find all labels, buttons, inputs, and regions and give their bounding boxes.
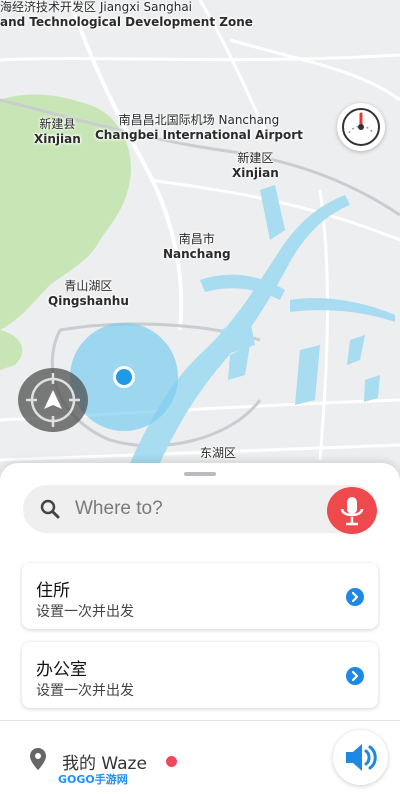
location-pin-icon: [30, 748, 46, 770]
chevron-right-icon: [346, 667, 364, 685]
recenter-button[interactable]: [18, 368, 88, 432]
search-icon: [40, 499, 60, 519]
microphone-icon: [340, 497, 364, 526]
speaker-icon: [346, 744, 377, 771]
voice-search-button[interactable]: [327, 487, 377, 534]
sheet-drag-handle[interactable]: [184, 472, 216, 476]
map-label-donghu: 东湖区: [200, 446, 237, 460]
map-label-nanchang: 南昌市 Nanchang: [163, 232, 231, 261]
recenter-icon: [26, 373, 80, 427]
speedometer-button[interactable]: [337, 103, 385, 151]
notification-dot: [166, 756, 177, 767]
bottom-sheet[interactable]: 住所 设置一次并出发 办公室 设置一次并出发 我的 Waze GOGO手游网: [0, 463, 400, 794]
map-label-airport: 南昌昌北国际机场 Nanchang Changbei International…: [95, 113, 303, 142]
speedometer-icon: [342, 108, 380, 146]
chevron-right-icon: [346, 588, 364, 606]
map-label-qingshanhu: 青山湖区 Qingshanhu: [48, 279, 129, 308]
place-home-card[interactable]: 住所 设置一次并出发: [22, 563, 378, 629]
location-dot: [116, 369, 132, 385]
search-bar[interactable]: [23, 485, 377, 533]
map-label-xinjian-district: 新建区 Xinjian: [232, 151, 279, 180]
watermark-logo: GOGO手游网: [58, 773, 128, 786]
search-input[interactable]: [75, 497, 315, 521]
place-work-title: 办公室: [36, 660, 87, 680]
place-work-card[interactable]: 办公室 设置一次并出发: [22, 642, 378, 708]
map-label-xinjian-county: 新建县 Xinjian: [34, 117, 81, 146]
place-home-title: 住所: [36, 581, 70, 601]
sound-button[interactable]: [333, 730, 388, 785]
place-work-subtitle: 设置一次并出发: [36, 683, 134, 699]
bottom-bar: 我的 Waze GOGO手游网: [0, 721, 400, 794]
map-label-zone: 海经济技术开发区 Jiangxi Sanghai and Technologic…: [0, 0, 253, 29]
place-home-subtitle: 设置一次并出发: [36, 604, 134, 620]
